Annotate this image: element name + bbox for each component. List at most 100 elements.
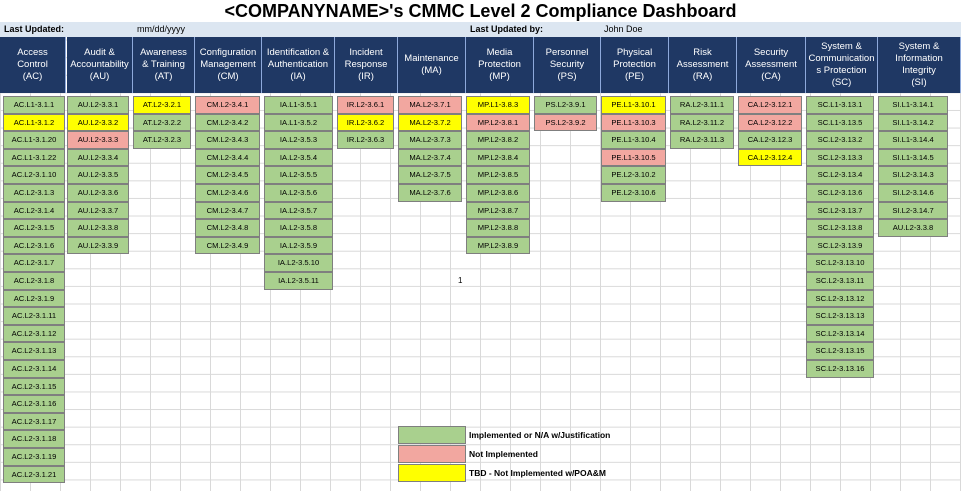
control-cell[interactable]: AC.L2-3.1.12 <box>3 324 65 343</box>
control-cell[interactable]: MP.L2-3.8.7 <box>466 201 530 220</box>
control-cell[interactable]: AT.L2-3.2.3 <box>133 131 191 149</box>
control-cell[interactable]: CM.L2-3.4.2 <box>195 113 260 132</box>
control-cell[interactable]: AC.L2-3.1.11 <box>3 307 65 325</box>
control-cell[interactable]: MA.L2-3.7.4 <box>398 148 462 167</box>
control-cell[interactable]: IA.L2-3.5.7 <box>264 201 333 220</box>
control-cell[interactable]: SC.L2-3.13.15 <box>806 342 874 360</box>
control-cell[interactable]: RA.L2-3.11.2 <box>670 113 734 132</box>
control-cell[interactable]: PE.L1-3.10.4 <box>601 131 666 149</box>
control-cell[interactable]: MP.L2-3.8.1 <box>466 113 530 132</box>
control-cell[interactable]: AC.L2-3.1.6 <box>3 236 65 255</box>
control-cell[interactable]: PE.L2-3.10.6 <box>601 184 666 202</box>
control-cell[interactable]: PE.L2-3.10.2 <box>601 166 666 184</box>
control-cell[interactable]: IA.L1-3.5.2 <box>264 113 333 132</box>
control-cell[interactable]: MP.L2-3.8.9 <box>466 236 530 255</box>
control-cell[interactable]: SI.L2-3.14.6 <box>878 184 948 202</box>
control-cell[interactable]: IA.L2-3.5.5 <box>264 166 333 184</box>
control-cell[interactable]: MA.L2-3.7.6 <box>398 184 462 202</box>
control-cell[interactable]: SC.L2-3.13.10 <box>806 254 874 272</box>
control-cell[interactable]: SC.L2-3.13.12 <box>806 289 874 308</box>
column-header-ra[interactable]: Risk Assessment (RA) <box>669 37 737 93</box>
control-cell[interactable]: SC.L2-3.13.8 <box>806 219 874 237</box>
control-cell[interactable]: CM.L2-3.4.3 <box>195 131 260 149</box>
control-cell[interactable]: AC.L2-3.1.4 <box>3 201 65 220</box>
control-cell[interactable]: PE.L1-3.10.1 <box>601 96 666 114</box>
control-cell[interactable]: AC.L2-3.1.10 <box>3 166 65 184</box>
control-cell[interactable]: SI.L1-3.14.1 <box>878 96 948 114</box>
updated-by-value[interactable]: John Doe <box>604 22 643 37</box>
control-cell[interactable]: AC.L2-3.1.21 <box>3 465 65 484</box>
control-cell[interactable]: CM.L2-3.4.7 <box>195 201 260 220</box>
control-cell[interactable]: AC.L2-3.1.5 <box>3 219 65 237</box>
control-cell[interactable]: IA.L2-3.5.9 <box>264 236 333 255</box>
control-cell[interactable]: CA.L2-3.12.2 <box>738 113 802 132</box>
control-cell[interactable]: IA.L2-3.5.10 <box>264 254 333 272</box>
control-cell[interactable]: IR.L2-3.6.2 <box>337 113 394 132</box>
control-cell[interactable]: AC.L2-3.1.18 <box>3 430 65 448</box>
column-header-ma[interactable]: Maintenance (MA) <box>398 37 466 93</box>
control-cell[interactable]: AC.L1-3.1.2 <box>3 113 65 132</box>
control-cell[interactable]: CM.L2-3.4.6 <box>195 184 260 202</box>
control-cell[interactable]: IA.L1-3.5.1 <box>264 96 333 114</box>
control-cell[interactable]: CA.L2-3.12.4 <box>738 148 802 167</box>
column-header-cm[interactable]: Configuration Management (CM) <box>195 37 262 93</box>
control-cell[interactable]: AC.L2-3.1.16 <box>3 395 65 413</box>
control-cell[interactable]: SI.L1-3.14.2 <box>878 113 948 132</box>
control-cell[interactable]: MA.L2-3.7.2 <box>398 113 462 132</box>
control-cell[interactable]: IA.L2-3.5.3 <box>264 131 333 149</box>
control-cell[interactable]: MA.L2-3.7.5 <box>398 166 462 184</box>
control-cell[interactable]: CM.L2-3.4.5 <box>195 166 260 184</box>
control-cell[interactable]: CM.L2-3.4.4 <box>195 148 260 167</box>
column-header-ir[interactable]: Incident Response (IR) <box>335 37 398 93</box>
control-cell[interactable]: SC.L2-3.13.4 <box>806 166 874 184</box>
control-cell[interactable]: MP.L1-3.8.3 <box>466 96 530 114</box>
control-cell[interactable]: CA.L2-3.12.3 <box>738 131 802 149</box>
control-cell[interactable]: AU.L2-3.3.5 <box>67 166 129 184</box>
control-cell[interactable]: AT.L2-3.2.2 <box>133 113 191 132</box>
control-cell[interactable]: AC.L2-3.1.14 <box>3 360 65 378</box>
control-cell[interactable]: SC.L1-3.13.1 <box>806 96 874 114</box>
column-header-at[interactable]: Awareness & Training (AT) <box>133 37 195 93</box>
control-cell[interactable]: AU.L2-3.3.4 <box>67 148 129 167</box>
control-cell[interactable]: AT.L2-3.2.1 <box>133 96 191 114</box>
control-cell[interactable]: SC.L2-3.13.2 <box>806 131 874 149</box>
control-cell[interactable]: SC.L2-3.13.6 <box>806 184 874 202</box>
control-cell[interactable]: AU.L2-3.3.6 <box>67 184 129 202</box>
column-header-ca[interactable]: Security Assessment (CA) <box>737 37 806 93</box>
control-cell[interactable]: AC.L2-3.1.3 <box>3 184 65 202</box>
control-cell[interactable]: AU.L2-3.3.3 <box>67 131 129 149</box>
control-cell[interactable]: MA.L2-3.7.1 <box>398 96 462 114</box>
control-cell[interactable]: PE.L1-3.10.5 <box>601 148 666 167</box>
last-updated-value[interactable]: mm/dd/yyyy <box>137 22 185 37</box>
control-cell[interactable]: CA.L2-3.12.1 <box>738 96 802 114</box>
control-cell[interactable]: AC.L1-3.1.20 <box>3 131 65 149</box>
control-cell[interactable]: PS.L2-3.9.2 <box>534 113 597 132</box>
control-cell[interactable]: AC.L2-3.1.8 <box>3 272 65 290</box>
control-cell[interactable]: PE.L1-3.10.3 <box>601 113 666 132</box>
column-header-sc[interactable]: System & Communication s Protection (SC) <box>806 37 878 93</box>
control-cell[interactable]: MA.L2-3.7.3 <box>398 131 462 149</box>
control-cell[interactable]: CM.L2-3.4.1 <box>195 96 260 114</box>
control-cell[interactable]: AC.L2-3.1.15 <box>3 377 65 396</box>
control-cell[interactable]: AC.L1-3.1.22 <box>3 148 65 167</box>
control-cell[interactable]: MP.L2-3.8.2 <box>466 131 530 149</box>
column-header-au[interactable]: Audit & Accountability (AU) <box>67 37 133 93</box>
control-cell[interactable]: AC.L2-3.1.7 <box>3 254 65 272</box>
column-header-ia[interactable]: Identification & Authentication (IA) <box>262 37 335 93</box>
control-cell[interactable]: SC.L1-3.13.5 <box>806 113 874 132</box>
control-cell[interactable]: AC.L2-3.1.13 <box>3 342 65 360</box>
column-header-si[interactable]: System & Information Integrity (SI) <box>878 37 961 93</box>
control-cell[interactable]: SI.L2-3.14.7 <box>878 201 948 220</box>
control-cell[interactable]: AC.L2-3.1.19 <box>3 448 65 466</box>
control-cell[interactable]: RA.L2-3.11.1 <box>670 96 734 114</box>
control-cell[interactable]: IA.L2-3.5.6 <box>264 184 333 202</box>
control-cell[interactable]: AU.L2-3.3.7 <box>67 201 129 220</box>
control-cell[interactable]: AU.L2-3.3.8 <box>878 219 948 237</box>
control-cell[interactable]: SC.L2-3.13.7 <box>806 201 874 220</box>
control-cell[interactable]: SC.L2-3.13.14 <box>806 324 874 343</box>
control-cell[interactable]: SC.L2-3.13.16 <box>806 360 874 378</box>
control-cell[interactable]: AU.L2-3.3.8 <box>67 219 129 237</box>
control-cell[interactable]: AC.L2-3.1.9 <box>3 289 65 308</box>
column-header-ac[interactable]: Access Control (AC) <box>0 37 66 93</box>
column-header-ps[interactable]: Personnel Security (PS) <box>534 37 601 93</box>
